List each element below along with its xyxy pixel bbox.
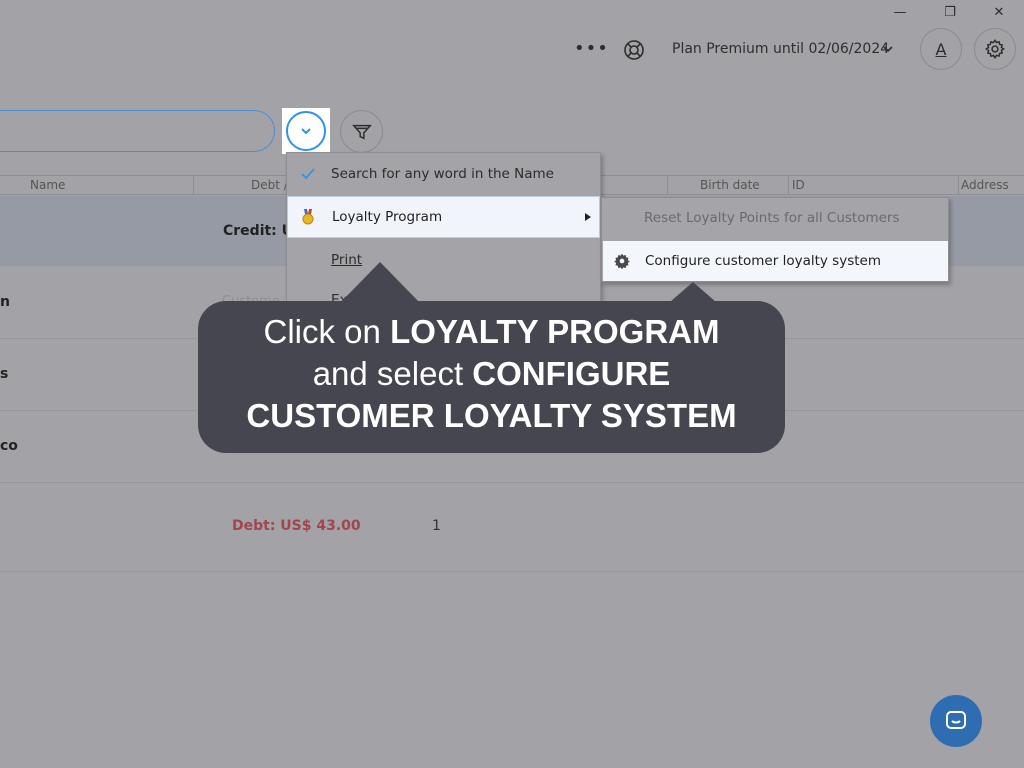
tooltip-emphasis: CONFIGURE	[472, 355, 671, 392]
tooltip-emphasis: LOYALTY PROGRAM	[390, 313, 720, 350]
close-icon: ✕	[993, 4, 1005, 20]
avatar: A	[935, 39, 947, 59]
tooltip-emphasis: CUSTOMER LOYALTY SYSTEM	[246, 397, 737, 434]
col-id[interactable]: ID	[792, 178, 805, 192]
settings-button[interactable]	[974, 28, 1016, 70]
col-address[interactable]: Address	[961, 178, 1009, 192]
medal-icon	[302, 209, 314, 225]
row-name: s	[0, 366, 9, 382]
col-name[interactable]: Name	[30, 178, 65, 192]
menu-item-loyalty-program[interactable]: Loyalty Program	[287, 196, 600, 238]
more-options-button[interactable]: •••	[574, 38, 609, 59]
col-debt[interactable]: Debt /	[251, 178, 288, 192]
row-id: 1	[432, 518, 441, 534]
tooltip-pointer-right	[670, 282, 716, 302]
tooltip-text: Click on	[263, 313, 391, 350]
search-input[interactable]	[0, 110, 275, 152]
restore-button[interactable]: ❐	[930, 0, 970, 24]
chat-support-button[interactable]	[930, 695, 982, 747]
restore-icon: ❐	[944, 4, 956, 20]
loyalty-submenu: Reset Loyalty Points for all Customers C…	[601, 197, 949, 282]
row-name: co	[0, 438, 18, 454]
instruction-tooltip: Click on LOYALTY PROGRAM and select CONF…	[198, 301, 785, 453]
filter-icon	[351, 124, 372, 140]
submenu-arrow-icon	[585, 213, 591, 221]
menu-item-label: Loyalty Program	[332, 209, 443, 225]
account-button[interactable]: A	[920, 28, 962, 70]
col-birth-date[interactable]: Birth date	[700, 178, 760, 192]
search-options-menu: Search for any word in the Name Loyalty …	[286, 152, 601, 312]
close-window-button[interactable]: ✕	[979, 0, 1019, 24]
menu-item-print[interactable]: Print	[287, 239, 600, 281]
menu-item-search-any-word[interactable]: Search for any word in the Name	[287, 153, 600, 195]
checkmark-icon	[301, 168, 315, 180]
filter-button[interactable]	[340, 110, 383, 153]
menu-item-label: Search for any word in the Name	[331, 166, 554, 182]
chevron-down-icon	[882, 41, 894, 57]
gear-icon	[984, 38, 1005, 60]
plan-selector[interactable]: Plan Premium until 02/06/2024	[672, 41, 889, 57]
tooltip-pointer-left	[340, 262, 420, 303]
chat-icon	[946, 711, 966, 729]
minimize-icon: —	[893, 4, 907, 20]
minimize-button[interactable]: —	[880, 0, 920, 24]
submenu-item-label: Configure customer loyalty system	[645, 253, 881, 269]
help-lifebuoy-icon[interactable]	[622, 38, 646, 62]
tooltip-text: and select	[312, 355, 473, 392]
chevron-down-icon	[301, 128, 311, 135]
gear-icon	[614, 253, 630, 269]
search-options-dropdown-button[interactable]	[282, 108, 330, 154]
debt-value: Debt: US$ 43.00	[232, 518, 361, 534]
submenu-item-reset-points: Reset Loyalty Points for all Customers	[644, 210, 900, 226]
row-name: n	[0, 294, 10, 310]
submenu-item-configure-loyalty[interactable]: Configure customer loyalty system	[603, 241, 948, 281]
